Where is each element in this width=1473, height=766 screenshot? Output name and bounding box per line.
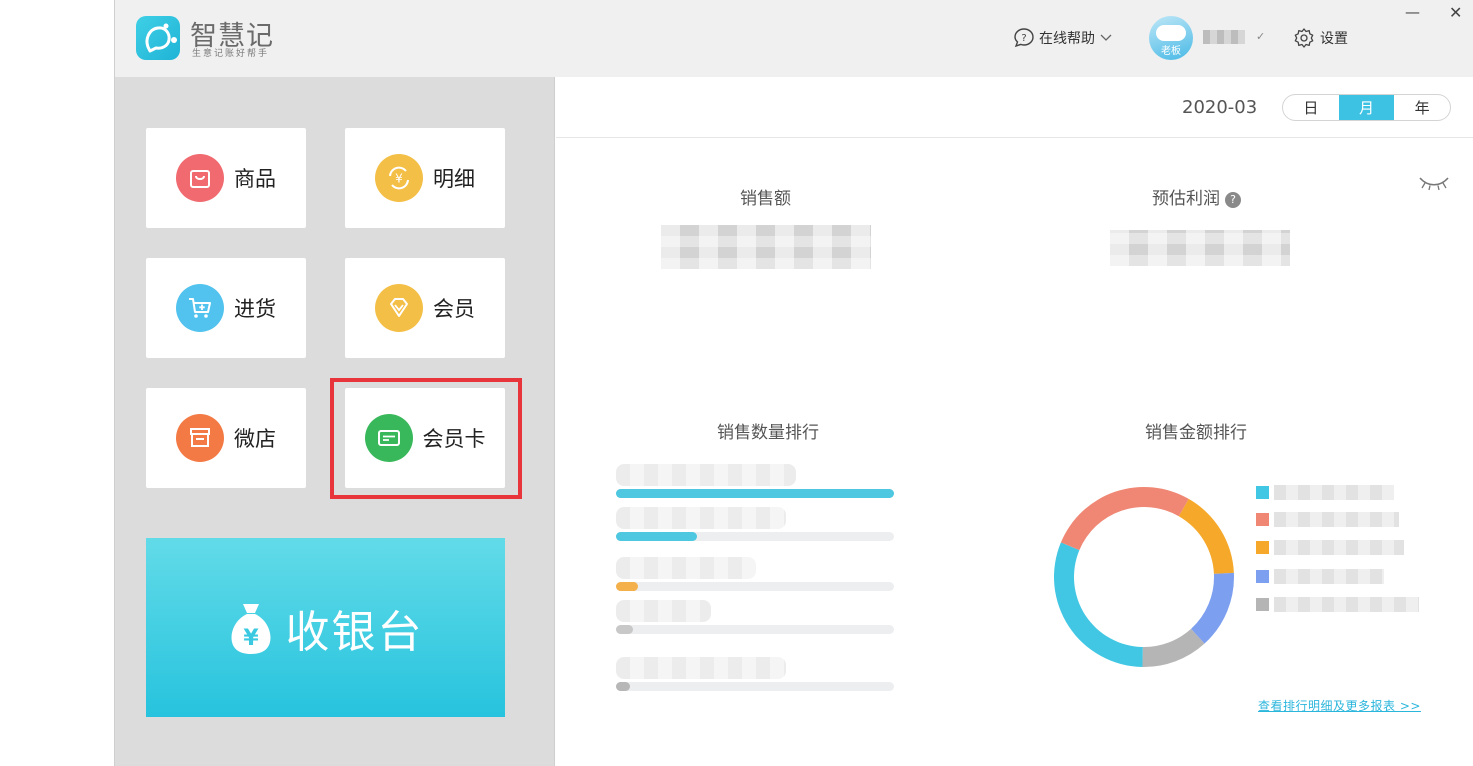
legend-label-redacted [1274, 539, 1404, 555]
profit-label: 预估利润 [1152, 189, 1220, 209]
username-redacted[interactable] [1203, 30, 1245, 44]
user-avatar[interactable]: 老板 [1149, 16, 1193, 60]
legend-swatch [1256, 485, 1269, 499]
minimize-button[interactable]: — [1405, 3, 1420, 21]
cashier-button[interactable]: ¥ 收银台 [146, 538, 505, 717]
rank-row [616, 507, 900, 541]
dashboard: 2020-03 日 月 年 销售额 预估利润? 销售数量排行 销售金额排行 查看… [556, 77, 1473, 766]
cart-plus-icon [176, 284, 224, 332]
profit-label-wrap: 预估利润? [1152, 184, 1241, 209]
tile-label: 明细 [433, 167, 475, 191]
legend-swatch [1256, 540, 1269, 554]
amount-rank-title: 销售金额排行 [1145, 423, 1247, 443]
sidebar: 商品 ¥ 明细 进货 会员 微店 会员卡 ¥ 收银台 [115, 77, 555, 766]
avatar-role-tag: 老板 [1161, 46, 1181, 57]
cashier-label: 收银台 [285, 606, 424, 658]
yuan-refresh-icon: ¥ [375, 154, 423, 202]
donut-slice[interactable] [1178, 498, 1234, 574]
rank-bar-fill [616, 582, 639, 591]
rank-row [616, 464, 900, 498]
more-reports-link[interactable]: 查看排行明细及更多报表 >> [1258, 697, 1421, 714]
rank-bar-track [616, 532, 894, 541]
tab-month[interactable]: 月 [1338, 95, 1395, 120]
amount-donut-chart [1054, 487, 1234, 667]
legend-label-redacted [1274, 568, 1384, 584]
legend-label-redacted [1274, 596, 1419, 612]
rank-bar-fill [616, 532, 697, 541]
tile-label: 微店 [234, 427, 276, 451]
sales-value-redacted [661, 225, 871, 269]
settings-button[interactable]: 设置 [1293, 26, 1348, 50]
title-bar: 智慧记 生意记账好帮手 ? 在线帮助 老板 ✓ 设置 — ✕ [115, 0, 1473, 77]
current-date[interactable]: 2020-03 [1182, 97, 1257, 118]
cloud-icon [1156, 25, 1186, 41]
question-bubble-icon: ? [1014, 28, 1034, 48]
rank-name-redacted [616, 657, 786, 679]
sales-label: 销售额 [740, 189, 791, 209]
user-menu-chevron-icon[interactable]: ✓ [1256, 30, 1265, 43]
rank-name-redacted [616, 557, 756, 579]
legend-item [1256, 568, 1384, 584]
storefront-icon [176, 414, 224, 462]
rank-name-redacted [616, 507, 786, 529]
donut-slice[interactable] [1054, 542, 1143, 667]
rank-name-redacted [616, 464, 796, 486]
legend-item [1256, 596, 1419, 612]
rank-bar-fill [616, 625, 633, 634]
gear-icon [1294, 28, 1314, 48]
shopping-bag-icon [176, 154, 224, 202]
chevron-down-icon [1100, 34, 1112, 41]
app-logo-icon [136, 16, 180, 60]
svg-text:?: ? [1021, 33, 1026, 44]
app-slogan: 生意记账好帮手 [192, 49, 270, 59]
rank-bar-track [616, 682, 894, 691]
app-window: 智慧记 生意记账好帮手 ? 在线帮助 老板 ✓ 设置 — ✕ 商品 ¥ 明细 进… [114, 0, 1473, 766]
help-circle-icon[interactable]: ? [1225, 192, 1241, 208]
legend-label-redacted [1274, 511, 1399, 527]
settings-label: 设置 [1320, 31, 1348, 47]
legend-swatch [1256, 512, 1269, 526]
legend-label-redacted [1274, 484, 1394, 500]
tile-details[interactable]: ¥ 明细 [345, 128, 505, 228]
close-button[interactable]: ✕ [1449, 3, 1462, 22]
rank-bar-track [616, 582, 894, 591]
profit-value-redacted [1110, 230, 1290, 266]
tile-members[interactable]: 会员 [345, 258, 505, 358]
period-selector: 日 月 年 [1282, 94, 1451, 121]
tile-label: 进货 [234, 297, 276, 321]
svg-text:¥: ¥ [243, 626, 259, 651]
rank-row [616, 600, 900, 634]
rank-bar-fill [616, 682, 630, 691]
tile-label: 会员 [433, 297, 475, 321]
tile-products[interactable]: 商品 [146, 128, 306, 228]
legend-item [1256, 484, 1394, 500]
diamond-icon [375, 284, 423, 332]
eye-closed-icon[interactable] [1418, 174, 1450, 196]
online-help-menu[interactable]: ? 在线帮助 [1013, 26, 1116, 50]
date-bar: 2020-03 日 月 年 [556, 77, 1473, 138]
tab-day[interactable]: 日 [1283, 95, 1339, 120]
donut-slice[interactable] [1060, 487, 1189, 551]
money-bag-icon: ¥ [231, 603, 270, 654]
tile-label: 商品 [234, 167, 276, 191]
rank-bar-track [616, 489, 894, 498]
rank-bar-track [616, 625, 894, 634]
qty-rank-title: 销售数量排行 [717, 423, 819, 443]
legend-swatch [1256, 569, 1269, 583]
tile-microstore[interactable]: 微店 [146, 388, 306, 488]
svg-text:¥: ¥ [395, 172, 403, 186]
rank-row [616, 657, 900, 691]
tile-purchase[interactable]: 进货 [146, 258, 306, 358]
donut-slice[interactable] [1191, 572, 1234, 644]
legend-swatch [1256, 597, 1269, 611]
tab-year[interactable]: 年 [1394, 95, 1450, 120]
rank-row [616, 557, 900, 591]
donut-slice[interactable] [1142, 628, 1205, 667]
legend-item [1256, 511, 1399, 527]
online-help-label: 在线帮助 [1039, 31, 1095, 47]
rank-bar-fill [616, 489, 894, 498]
highlight-box [330, 378, 522, 499]
rank-name-redacted [616, 600, 711, 622]
legend-item [1256, 539, 1404, 555]
